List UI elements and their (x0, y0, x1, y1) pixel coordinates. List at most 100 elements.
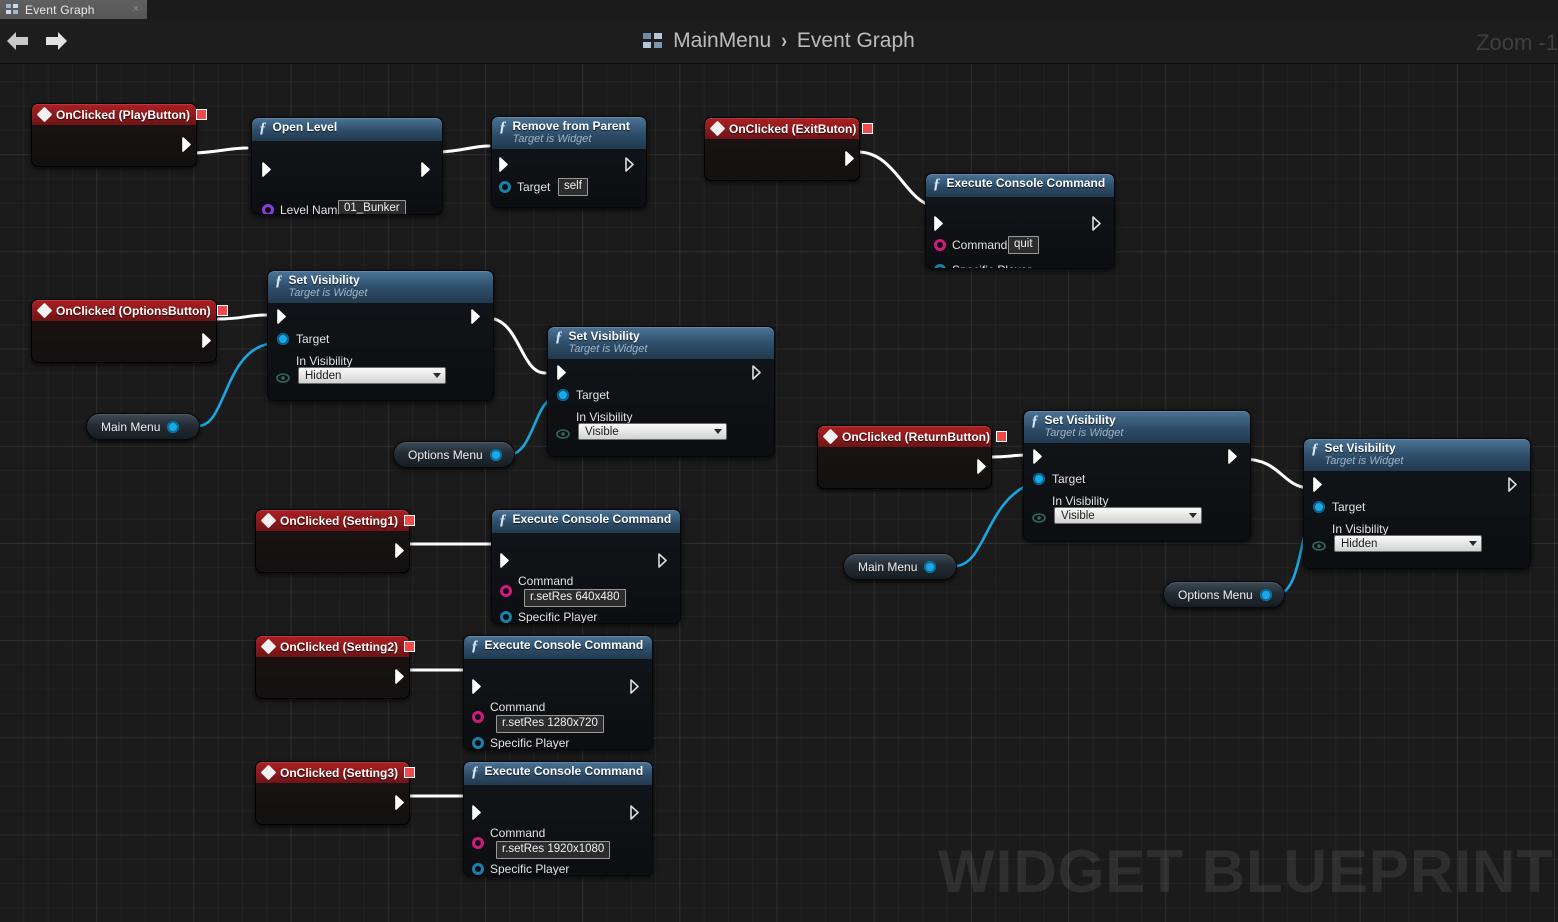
visibility-eye-icon[interactable] (1312, 538, 1326, 551)
node-function-set-visibility-visible-1[interactable]: ƒ Set Visibility Target is Widget Target… (547, 326, 775, 457)
exec-input-pin[interactable] (472, 805, 485, 820)
node-function-execute-console-command-quit[interactable]: ƒ Execute Console Command Command quit S… (925, 173, 1115, 269)
exec-input-pin[interactable] (1033, 449, 1046, 464)
exec-input-pin[interactable] (557, 365, 570, 380)
node-event-onclicked-playbutton[interactable]: OnClicked (PlayButton) (31, 103, 208, 167)
variable-output-pin[interactable] (489, 448, 502, 461)
node-title: OnClicked (Setting3) (280, 765, 399, 780)
exec-output-pin[interactable] (625, 157, 638, 172)
command-value[interactable]: r.setRes 640x480 (524, 589, 626, 607)
exec-output-pin[interactable] (1228, 449, 1241, 464)
specific-player-input-pin[interactable] (934, 264, 946, 268)
node-event-onclicked-setting3[interactable]: OnClicked (Setting3) (255, 761, 416, 825)
breadcrumb-current[interactable]: Event Graph (797, 29, 915, 53)
target-input-pin[interactable] (499, 181, 511, 194)
target-value[interactable]: self (558, 178, 588, 197)
variable-output-pin[interactable] (924, 560, 937, 573)
visibility-eye-icon[interactable] (276, 370, 290, 383)
command-input-pin[interactable] (472, 711, 484, 723)
node-function-remove-from-parent[interactable]: ƒ Remove from Parent Target is Widget Ta… (491, 116, 647, 208)
exec-output-pin[interactable] (202, 333, 215, 348)
breadcrumb-root[interactable]: MainMenu (673, 29, 771, 53)
in-visibility-dropdown[interactable]: Visible (1054, 507, 1202, 525)
node-event-onclicked-returnbutton[interactable]: OnClicked (ReturnButton) (817, 425, 1007, 489)
node-function-set-visibility-visible-2[interactable]: ƒ Set Visibility Target is Widget Target… (1023, 410, 1251, 541)
exec-output-pin[interactable] (1092, 216, 1105, 231)
variable-node-main-menu-1[interactable]: Main Menu (86, 413, 200, 440)
target-input-pin[interactable] (1033, 473, 1045, 486)
specific-player-input-pin[interactable] (472, 737, 484, 749)
variable-node-options-menu-1[interactable]: Options Menu (393, 441, 515, 468)
exec-output-pin[interactable] (630, 805, 643, 820)
visibility-eye-icon[interactable] (1032, 510, 1046, 523)
node-function-execute-console-command-1920x1080[interactable]: ƒ Execute Console Command Command r.setR… (463, 761, 653, 876)
variable-node-options-menu-2[interactable]: Options Menu (1163, 581, 1285, 608)
in-visibility-dropdown[interactable]: Visible (578, 423, 727, 441)
node-body: Command r.setRes 640x480 Specific Player (492, 533, 680, 623)
exec-output-pin[interactable] (395, 669, 408, 684)
specific-player-input-pin[interactable] (500, 611, 512, 623)
node-event-onclicked-optionsbutton[interactable]: OnClicked (OptionsButton) (31, 299, 228, 363)
node-function-set-visibility-hidden-2[interactable]: ƒ Set Visibility Target is Widget Target… (1303, 438, 1531, 569)
exec-output-pin[interactable] (658, 553, 671, 568)
exec-input-pin[interactable] (934, 216, 947, 231)
exec-input-pin[interactable] (500, 553, 513, 568)
node-subtitle: Target is Widget (568, 342, 648, 355)
event-graph-canvas[interactable]: WIDGET BLUEPRINT OnClicked (PlayButton) … (0, 63, 1558, 922)
exec-output-pin[interactable] (471, 309, 484, 324)
exec-output-pin[interactable] (1508, 477, 1521, 492)
blueprint-editor-window: Event Graph × MainMenu › Event Graph Zoo… (0, 0, 1558, 922)
command-value[interactable]: quit (1008, 236, 1039, 254)
exec-output-pin[interactable] (395, 795, 408, 810)
exec-output-pin[interactable] (395, 543, 408, 558)
exec-input-pin[interactable] (472, 679, 485, 694)
variable-output-pin[interactable] (167, 420, 180, 433)
node-function-open-level[interactable]: ƒ Open Level Level Name 01_Bunker (251, 117, 443, 215)
node-event-onclicked-exitbutton[interactable]: OnClicked (ExitButon) (704, 117, 874, 181)
target-input-pin[interactable] (277, 333, 289, 346)
variable-output-pin[interactable] (1259, 588, 1272, 601)
node-function-execute-console-command-1280x720[interactable]: ƒ Execute Console Command Command r.setR… (463, 635, 653, 750)
visibility-eye-icon[interactable] (556, 426, 570, 439)
function-icon: ƒ (471, 764, 479, 780)
specific-player-input-pin[interactable] (472, 863, 484, 875)
node-title: OnClicked (OptionsButton) (56, 303, 211, 318)
event-diamond-icon (709, 120, 726, 137)
node-event-onclicked-setting1[interactable]: OnClicked (Setting1) (255, 509, 416, 573)
command-value[interactable]: r.setRes 1280x720 (496, 715, 604, 733)
variable-node-main-menu-2[interactable]: Main Menu (843, 553, 957, 580)
node-event-onclicked-setting2[interactable]: OnClicked (Setting2) (255, 635, 416, 699)
exec-output-pin[interactable] (182, 137, 195, 152)
exec-output-pin[interactable] (845, 151, 858, 166)
close-icon[interactable]: × (133, 4, 141, 15)
node-function-set-visibility-hidden-1[interactable]: ƒ Set Visibility Target is Widget Target… (267, 270, 494, 401)
level-name-value[interactable]: 01_Bunker (338, 200, 406, 214)
command-value[interactable]: r.setRes 1920x1080 (496, 841, 611, 859)
exec-output-pin[interactable] (630, 679, 643, 694)
exec-input-pin[interactable] (262, 162, 275, 177)
blueprint-icon (643, 33, 663, 49)
exec-output-pin[interactable] (752, 365, 765, 380)
event-diamond-icon (822, 428, 839, 445)
node-title: OnClicked (ExitButon) (729, 121, 857, 136)
exec-output-pin[interactable] (421, 162, 434, 177)
event-badge-icon (404, 641, 416, 652)
exec-input-pin[interactable] (1313, 477, 1326, 492)
in-visibility-dropdown[interactable]: Hidden (298, 367, 446, 385)
command-input-pin[interactable] (500, 585, 512, 597)
in-visibility-dropdown[interactable]: Hidden (1334, 535, 1482, 553)
node-function-execute-console-command-640x480[interactable]: ƒ Execute Console Command Command r.setR… (491, 509, 681, 624)
node-title: OnClicked (Setting1) (280, 513, 399, 528)
exec-input-pin[interactable] (277, 309, 290, 324)
levelname-input-pin[interactable] (262, 204, 274, 214)
exec-input-pin[interactable] (499, 157, 512, 172)
in-visibility-value: Hidden (305, 369, 342, 382)
forward-arrow-icon[interactable] (42, 28, 70, 54)
tab-event-graph[interactable]: Event Graph × (0, 0, 147, 19)
back-arrow-icon[interactable] (4, 28, 32, 54)
exec-output-pin[interactable] (977, 459, 990, 474)
command-input-pin[interactable] (472, 837, 484, 849)
command-input-pin[interactable] (934, 239, 946, 251)
target-input-pin[interactable] (1313, 501, 1325, 514)
target-input-pin[interactable] (557, 389, 569, 402)
